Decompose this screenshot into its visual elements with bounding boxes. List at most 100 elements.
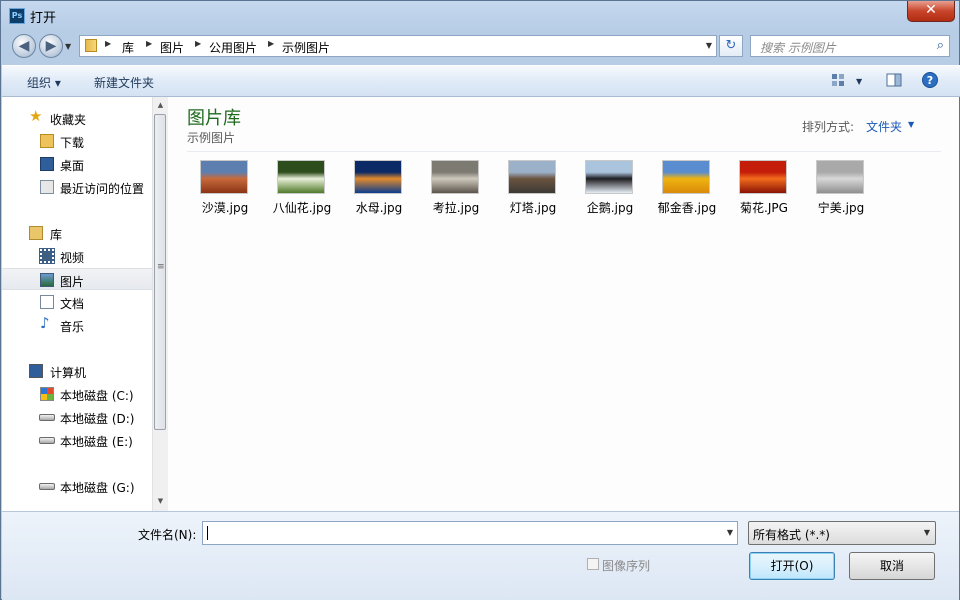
chevron-right-icon[interactable]: ▶ <box>268 39 274 48</box>
sidebar-item-libraries[interactable]: 库 <box>2 222 152 244</box>
sidebar-item-drive-g[interactable]: 本地磁盘 (G:) <box>2 475 152 497</box>
sidebar-scrollbar[interactable]: ▲ ≡ ▼ <box>152 97 168 511</box>
sidebar-item-pictures[interactable]: 图片 <box>2 268 152 290</box>
sidebar-item-label: 桌面 <box>60 159 85 173</box>
arrange-by-label: 排列方式: <box>802 120 855 134</box>
chevron-right-icon[interactable]: ▶ <box>146 39 152 48</box>
file-name-label: 八仙花.jpg <box>272 201 332 215</box>
sidebar-item-label: 下载 <box>60 136 85 150</box>
image-sequence-checkbox[interactable] <box>587 558 599 570</box>
image-thumbnail <box>662 160 710 194</box>
address-history-dropdown[interactable]: ▼ <box>706 41 712 50</box>
file-item[interactable]: 郁金香.jpg <box>649 160 725 220</box>
windows-drive-icon <box>40 387 54 401</box>
navigation-bar: ◀ ▶ ▼ ▶ 库 ▶ 图片 ▶ 公用图片 ▶ 示例图片 ▼ ↻ 搜索 示例图片… <box>1 31 959 63</box>
file-name-label: 考拉.jpg <box>432 201 480 215</box>
sidebar-item-label: 文档 <box>60 297 85 311</box>
close-button[interactable]: ✕ <box>907 1 955 22</box>
arrange-by-dropdown[interactable]: 文件夹 <box>866 118 902 135</box>
forward-button[interactable]: ▶ <box>39 34 63 58</box>
image-thumbnail <box>431 160 479 194</box>
file-name-label: 企鹅.jpg <box>586 201 634 215</box>
breadcrumb-item[interactable]: 示例图片 <box>282 39 330 56</box>
file-item[interactable]: 灯塔.jpg <box>495 160 571 220</box>
breadcrumb-item[interactable]: 图片 <box>160 39 184 56</box>
scrollbar-thumb[interactable]: ≡ <box>154 114 166 430</box>
scroll-up-arrow-icon[interactable]: ▲ <box>153 97 168 113</box>
sidebar-item-drive-c[interactable]: 本地磁盘 (C:) <box>2 383 152 405</box>
recent-places-icon <box>40 180 54 194</box>
file-type-select[interactable]: 所有格式 (*.*) ▼ <box>748 521 936 545</box>
image-thumbnail <box>354 160 402 194</box>
music-icon: ♪ <box>40 314 50 332</box>
star-icon: ★ <box>29 107 43 125</box>
scroll-down-arrow-icon[interactable]: ▼ <box>153 493 168 509</box>
file-item[interactable]: 菊花.JPG <box>726 160 802 220</box>
file-item[interactable]: 企鹅.jpg <box>572 160 648 220</box>
view-options-icon[interactable] <box>830 71 848 89</box>
sidebar-item-desktop[interactable]: 桌面 <box>2 153 152 175</box>
filename-history-dropdown[interactable]: ▼ <box>727 528 733 537</box>
file-item[interactable]: 宁美.jpg <box>803 160 879 220</box>
preview-pane-icon[interactable] <box>885 71 903 89</box>
new-folder-button[interactable]: 新建文件夹 <box>94 74 154 91</box>
divider <box>187 151 941 152</box>
sidebar-item-downloads[interactable]: 下载 <box>2 130 152 152</box>
navigation-pane: ★ 收藏夹 下载 桌面 最近访问的位置 库 视频 图片 文档 ♪ 音乐 计算机 … <box>2 97 152 511</box>
recent-pages-dropdown[interactable]: ▼ <box>65 42 71 51</box>
sidebar-item-videos[interactable]: 视频 <box>2 245 152 267</box>
cancel-button[interactable]: 取消 <box>849 552 935 580</box>
photoshop-app-icon: Ps <box>9 8 25 24</box>
library-icon <box>29 226 43 240</box>
sidebar-item-label: 收藏夹 <box>50 113 87 127</box>
file-name-label: 郁金香.jpg <box>657 201 717 215</box>
search-input[interactable]: 搜索 示例图片 ⌕ <box>750 35 950 57</box>
file-item[interactable]: 沙漠.jpg <box>187 160 263 220</box>
organize-menu[interactable]: 组织 ▾ <box>27 74 61 91</box>
dialog-footer: 文件名(N): ▼ 所有格式 (*.*) ▼ 图像序列 打开(O) 取消 <box>2 511 959 600</box>
sidebar-item-favorites[interactable]: ★ 收藏夹 <box>2 107 152 129</box>
chevron-right-icon[interactable]: ▶ <box>105 39 111 48</box>
file-name-label: 菊花.JPG <box>740 201 788 215</box>
computer-icon <box>29 364 43 378</box>
pictures-icon <box>40 273 54 287</box>
sidebar-item-label: 音乐 <box>60 320 85 334</box>
file-item[interactable]: 八仙花.jpg <box>264 160 340 220</box>
image-thumbnail <box>739 160 787 194</box>
sidebar-item-drive-e[interactable]: 本地磁盘 (E:) <box>2 429 152 451</box>
library-title: 图片库 <box>187 108 241 129</box>
sidebar-item-music[interactable]: ♪ 音乐 <box>2 314 152 336</box>
chevron-right-icon[interactable]: ▶ <box>195 39 201 48</box>
open-button[interactable]: 打开(O) <box>749 552 835 580</box>
video-icon <box>39 248 55 264</box>
sidebar-item-computer[interactable]: 计算机 <box>2 360 152 382</box>
address-bar[interactable]: ▶ 库 ▶ 图片 ▶ 公用图片 ▶ 示例图片 ▼ <box>79 35 717 57</box>
image-thumbnail <box>277 160 325 194</box>
file-list-pane: 图片库 示例图片 排列方式: 文件夹 ▼ 沙漠.jpg 八仙花.jpg 水母.jpg… <box>168 97 959 511</box>
sidebar-item-label: 本地磁盘 (D:) <box>60 412 135 426</box>
image-thumbnail <box>816 160 864 194</box>
view-dropdown-arrow[interactable]: ▼ <box>856 77 862 86</box>
file-item[interactable]: 考拉.jpg <box>418 160 494 220</box>
image-thumbnail <box>508 160 556 194</box>
image-sequence-label: 图像序列 <box>602 559 651 573</box>
refresh-button[interactable]: ↻ <box>719 35 743 57</box>
sidebar-item-documents[interactable]: 文档 <box>2 291 152 313</box>
chevron-down-icon[interactable]: ▼ <box>924 528 930 537</box>
back-button[interactable]: ◀ <box>12 34 36 58</box>
breadcrumb-item[interactable]: 公用图片 <box>209 39 257 56</box>
sidebar-item-drive-d[interactable]: 本地磁盘 (D:) <box>2 406 152 428</box>
content-area: ★ 收藏夹 下载 桌面 最近访问的位置 库 视频 图片 文档 ♪ 音乐 计算机 … <box>2 97 959 511</box>
sidebar-item-recent-places[interactable]: 最近访问的位置 <box>2 176 152 198</box>
filename-input[interactable]: ▼ <box>202 521 738 545</box>
search-icon[interactable]: ⌕ <box>937 38 944 53</box>
drive-icon <box>39 483 55 490</box>
help-icon[interactable]: ? <box>921 71 939 89</box>
image-thumbnail <box>585 160 633 194</box>
sidebar-item-label: 最近访问的位置 <box>60 182 145 196</box>
chevron-down-icon[interactable]: ▼ <box>908 120 914 129</box>
file-item[interactable]: 水母.jpg <box>341 160 417 220</box>
breadcrumb-item[interactable]: 库 <box>122 39 134 56</box>
sidebar-item-label: 计算机 <box>50 366 87 380</box>
download-folder-icon <box>40 134 54 148</box>
